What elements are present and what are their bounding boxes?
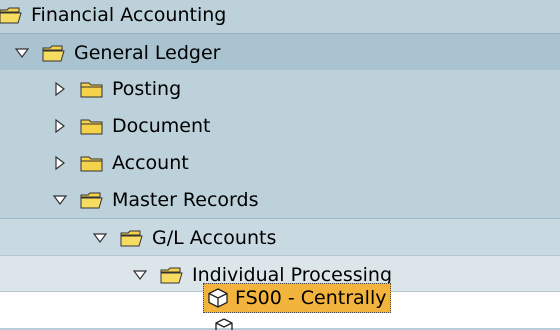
tree-label-gl-accounts: G/L Accounts (152, 226, 277, 249)
triangle-down-icon[interactable] (132, 267, 148, 283)
tree-row-fs00-centrally[interactable]: FS00 - Centrally (0, 283, 560, 328)
tree-label-account: Account (112, 151, 189, 174)
triangle-down-icon[interactable] (14, 45, 30, 61)
triangle-right-icon[interactable] (52, 155, 68, 171)
tree-label-fs00-centrally: FS00 - Centrally (235, 287, 387, 309)
triangle-down-icon[interactable] (52, 192, 68, 208)
tree-row-master-records[interactable]: Master Records (0, 181, 560, 218)
folder-icon (80, 82, 103, 97)
folder-icon (80, 156, 103, 171)
triangle-right-icon[interactable] (52, 81, 68, 97)
tree-row-posting[interactable]: Posting (0, 70, 560, 107)
open-folder-icon (160, 267, 183, 283)
open-folder-icon (80, 192, 103, 208)
tree-label-general-ledger: General Ledger (74, 41, 221, 64)
open-folder-icon (0, 7, 22, 23)
tree-row-gl-accounts[interactable]: G/L Accounts (0, 218, 560, 255)
transaction-cube-icon (208, 288, 228, 308)
folder-icon (80, 119, 103, 134)
triangle-right-icon[interactable] (52, 118, 68, 134)
tree-label-financial-accounting: Financial Accounting (31, 3, 227, 26)
open-folder-icon (120, 230, 143, 246)
tree-label-master-records: Master Records (112, 188, 259, 211)
tree-row-document[interactable]: Document (0, 107, 560, 144)
triangle-down-icon[interactable] (92, 230, 108, 246)
selected-transaction-item[interactable]: FS00 - Centrally (203, 283, 392, 313)
open-folder-icon (42, 45, 65, 61)
tree-label-document: Document (112, 114, 211, 137)
tree-row-general-ledger[interactable]: General Ledger (0, 33, 560, 70)
tree-label-posting: Posting (112, 77, 182, 100)
tree-row-account[interactable]: Account (0, 144, 560, 181)
tree-row-financial-accounting[interactable]: Financial Accounting (0, 0, 560, 33)
